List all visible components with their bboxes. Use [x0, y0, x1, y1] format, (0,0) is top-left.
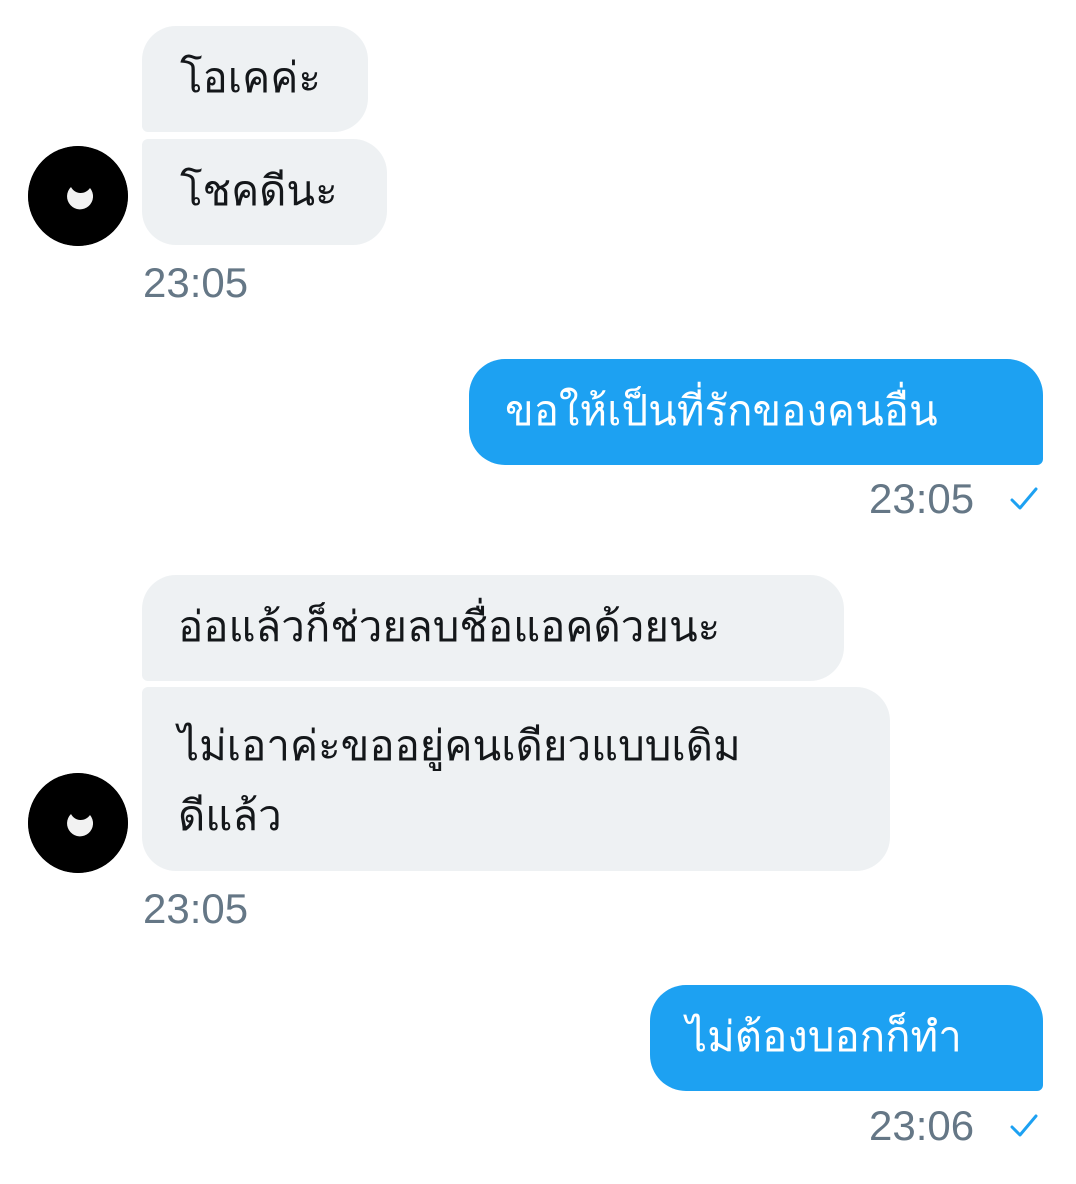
message-text-line: ไม่เอาค่ะขออยู่คนเดียวแบบเดิม: [178, 721, 741, 770]
message-text-line: ดีแล้ว: [178, 791, 282, 840]
message-bubble-incoming[interactable]: โอเคค่ะ: [142, 26, 368, 132]
message-text: อ่อแล้วก็ช่วยลบชื่อแอคด้วยนะ: [178, 602, 721, 651]
message-timestamp: 23:05: [869, 475, 975, 522]
avatar[interactable]: [28, 773, 128, 873]
crescent-moon-icon: [28, 773, 128, 873]
message-bubble-incoming[interactable]: อ่อแล้วก็ช่วยลบชื่อแอคด้วยนะ: [142, 575, 844, 681]
message-text: โอเคค่ะ: [180, 53, 321, 102]
message-bubble-outgoing[interactable]: ขอให้เป็นที่รักของคนอื่น: [469, 359, 1043, 465]
message-bubble-incoming[interactable]: ไม่เอาค่ะขออยู่คนเดียวแบบเดิม ดีแล้ว: [142, 687, 890, 871]
message-timestamp: 23:06: [869, 1102, 975, 1149]
avatar[interactable]: [28, 146, 128, 246]
message-text: โชคดีนะ: [180, 166, 338, 215]
checkmark-icon: [1010, 487, 1038, 510]
message-timestamp: 23:05: [143, 885, 249, 932]
message-bubble-outgoing[interactable]: ไม่ต้องบอกก็ทำ: [650, 985, 1043, 1091]
message-bubble-incoming[interactable]: โชคดีนะ: [142, 139, 387, 245]
crescent-moon-icon: [28, 146, 128, 246]
checkmark-icon: [1010, 1114, 1038, 1137]
message-text: ไม่ต้องบอกก็ทำ: [686, 1012, 962, 1061]
message-text: ขอให้เป็นที่รักของคนอื่น: [505, 386, 938, 435]
message-timestamp: 23:05: [143, 259, 249, 306]
